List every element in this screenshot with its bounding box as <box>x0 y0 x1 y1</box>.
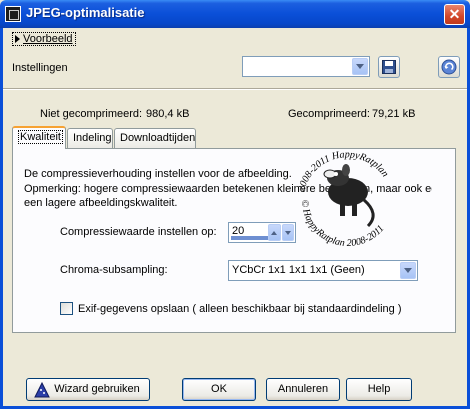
compression-label: Compressiewaarde instellen op: <box>60 226 217 238</box>
tab-kwaliteit[interactable]: Kwaliteit <box>12 126 66 149</box>
chevron-down-icon[interactable] <box>400 262 416 279</box>
tab-downloadtijden[interactable]: Downloadtijden <box>114 128 196 148</box>
compression-level-bar <box>231 236 269 240</box>
compression-note-line1: Opmerking: hogere compressiewaarden bete… <box>24 183 432 195</box>
save-preset-button[interactable] <box>378 56 400 78</box>
compressed-value: 79,21 kB <box>372 108 416 120</box>
spin-down-icon[interactable] <box>281 224 294 241</box>
compression-description: De compressieverhouding instellen voor d… <box>24 168 292 180</box>
cancel-button[interactable]: Annuleren <box>266 378 340 401</box>
exif-checkbox[interactable] <box>60 302 73 315</box>
separator <box>3 88 467 90</box>
reset-button[interactable] <box>438 56 460 78</box>
wizard-button[interactable]: Wizard gebruiken <box>26 378 150 401</box>
exif-label[interactable]: Exif-gegevens opslaan ( alleen beschikba… <box>78 303 401 315</box>
floppy-disk-icon <box>382 60 396 74</box>
compression-note-line2: een lagere afbeeldingskwaliteit. <box>24 197 178 209</box>
reset-arrow-icon <box>441 59 457 75</box>
close-button[interactable]: ✕ <box>444 4 465 25</box>
chroma-label: Chroma-subsampling: <box>60 264 168 276</box>
compression-stepper[interactable]: 20 <box>228 222 296 243</box>
expand-arrow-icon <box>15 35 20 43</box>
wizard-hat-icon <box>34 382 50 398</box>
uncompressed-label: Niet gecomprimeerd: <box>40 108 143 120</box>
wizard-label: Wizard gebruiken <box>54 383 140 395</box>
tab-label: Indeling <box>73 132 112 144</box>
title-bar[interactable]: JPEG-optimalisatie ✕ <box>0 0 470 28</box>
help-button[interactable]: Help <box>346 378 412 401</box>
tab-label: Downloadtijden <box>120 132 196 144</box>
spin-up-icon[interactable] <box>268 224 281 241</box>
window-title: JPEG-optimalisatie <box>26 5 145 20</box>
preset-dropdown[interactable] <box>242 56 370 77</box>
tab-indeling[interactable]: Indeling <box>67 128 113 148</box>
chroma-value: YCbCr 1x1 1x1 1x1 (Geen) <box>232 264 365 276</box>
ok-button[interactable]: OK <box>182 378 256 401</box>
uncompressed-value: 980,4 kB <box>146 108 190 120</box>
tab-label: Kwaliteit <box>18 130 63 144</box>
compressed-label: Gecomprimeerd: <box>288 108 370 120</box>
settings-label: Instellingen <box>12 62 68 74</box>
preview-label: Voorbeeld <box>23 33 73 45</box>
app-icon <box>5 6 21 22</box>
chroma-dropdown[interactable]: YCbCr 1x1 1x1 1x1 (Geen) <box>228 260 418 281</box>
chevron-down-icon[interactable] <box>352 58 368 75</box>
preview-toggle[interactable]: Voorbeeld <box>12 32 76 46</box>
